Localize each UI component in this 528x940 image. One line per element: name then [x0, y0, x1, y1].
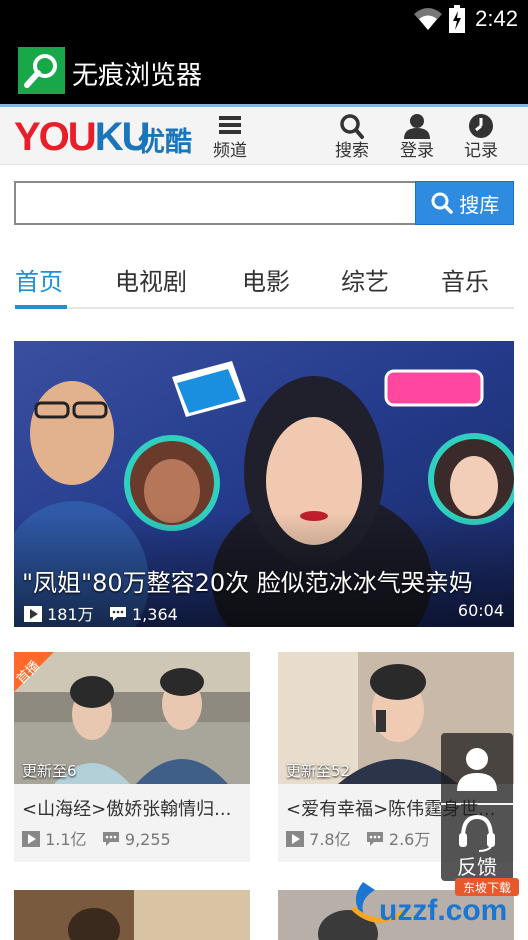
search-button-label: 搜库	[459, 194, 500, 217]
feedback-button[interactable]: 反馈	[441, 805, 513, 881]
play-count-icon	[22, 831, 40, 847]
login-button[interactable]: 登录	[389, 111, 445, 161]
hero-comments: 1,364	[132, 605, 178, 624]
battery-icon	[449, 5, 465, 33]
svg-text:uzzf.com: uzzf.com	[379, 894, 507, 927]
wifi-icon	[414, 8, 442, 30]
card-update-status: 更新至6	[22, 762, 77, 780]
card-title: <山海经>傲娇张翰情归...	[22, 799, 232, 820]
card-update-status: 更新至52	[286, 762, 351, 780]
active-tab-indicator	[15, 305, 67, 309]
user-icon	[404, 114, 430, 139]
hero-duration: 60:04	[457, 601, 504, 620]
history-button[interactable]: 记录	[453, 111, 509, 161]
play-count-icon	[24, 606, 42, 622]
status-bar: 2:42	[0, 0, 528, 38]
tab-home[interactable]: 首页	[15, 262, 63, 297]
card-comments: 2.6万	[388, 830, 431, 849]
comment-icon	[109, 607, 126, 621]
tab-tv-series[interactable]: 电视剧	[115, 262, 187, 297]
video-card[interactable]: 首播 更新至6 <山海经>傲娇张翰情归... 1.1亿 9,255	[14, 652, 250, 862]
headset-icon	[459, 814, 495, 852]
svg-text:东坡下载: 东坡下载	[463, 881, 511, 895]
channels-button[interactable]: 频道	[202, 111, 258, 161]
hero-plays: 181万	[47, 605, 94, 624]
magnifier-icon	[24, 54, 57, 88]
card-comments: 9,255	[124, 830, 171, 849]
hero-video-card[interactable]: "凤姐"80万整容20次 脸似范冰冰气哭亲妈 181万 1,364 60:04	[14, 341, 514, 627]
channels-label: 频道	[213, 141, 247, 161]
user-icon	[457, 748, 497, 791]
youku-logo[interactable]: YOUKU	[14, 115, 150, 159]
comment-icon	[366, 832, 383, 846]
logo-text-you: YOU	[14, 115, 97, 159]
status-time: 2:42	[475, 6, 518, 31]
tabs-baseline	[15, 307, 514, 309]
tab-movies[interactable]: 电影	[242, 262, 290, 297]
history-label: 记录	[464, 141, 498, 161]
tab-variety[interactable]: 综艺	[341, 262, 389, 297]
search-icon	[340, 114, 364, 139]
menu-icon	[219, 116, 241, 134]
float-user-button[interactable]	[441, 733, 513, 803]
card-plays: 1.1亿	[45, 830, 87, 849]
login-label: 登录	[400, 141, 434, 161]
category-tabs: 首页 电视剧 电影 综艺 音乐	[0, 250, 528, 312]
uzzf-watermark-logo: 东坡下载 uzzf.com	[345, 872, 525, 932]
youku-header: YOUKU 优酷 频道 搜索 登录 记录	[0, 107, 528, 165]
card-meta: 1.1亿 9,255	[22, 826, 171, 850]
search-icon	[431, 192, 453, 214]
search-nav-label: 搜索	[335, 141, 369, 161]
card-meta: 7.8亿 2.6万	[286, 826, 430, 850]
play-count-icon	[286, 831, 304, 847]
clock-icon	[469, 114, 493, 138]
comment-icon	[102, 832, 119, 846]
browser-title: 无痕浏览器	[72, 61, 203, 91]
card-plays: 7.8亿	[309, 830, 351, 849]
search-submit-button[interactable]: 搜库	[415, 181, 514, 225]
browser-title-bar: 无痕浏览器	[0, 38, 528, 104]
tab-music[interactable]: 音乐	[441, 262, 489, 297]
hero-title: "凤姐"80万整容20次 脸似范冰冰气哭亲妈	[22, 569, 473, 597]
search-input[interactable]	[14, 181, 415, 225]
video-card[interactable]	[14, 890, 250, 940]
hero-meta: 181万 1,364	[24, 601, 178, 625]
card-thumbnail	[14, 890, 250, 940]
browser-logo	[18, 47, 65, 94]
logo-text-cn: 优酷	[138, 127, 192, 158]
search-nav-button[interactable]: 搜索	[324, 111, 380, 161]
search-bar: 搜库	[14, 181, 514, 225]
